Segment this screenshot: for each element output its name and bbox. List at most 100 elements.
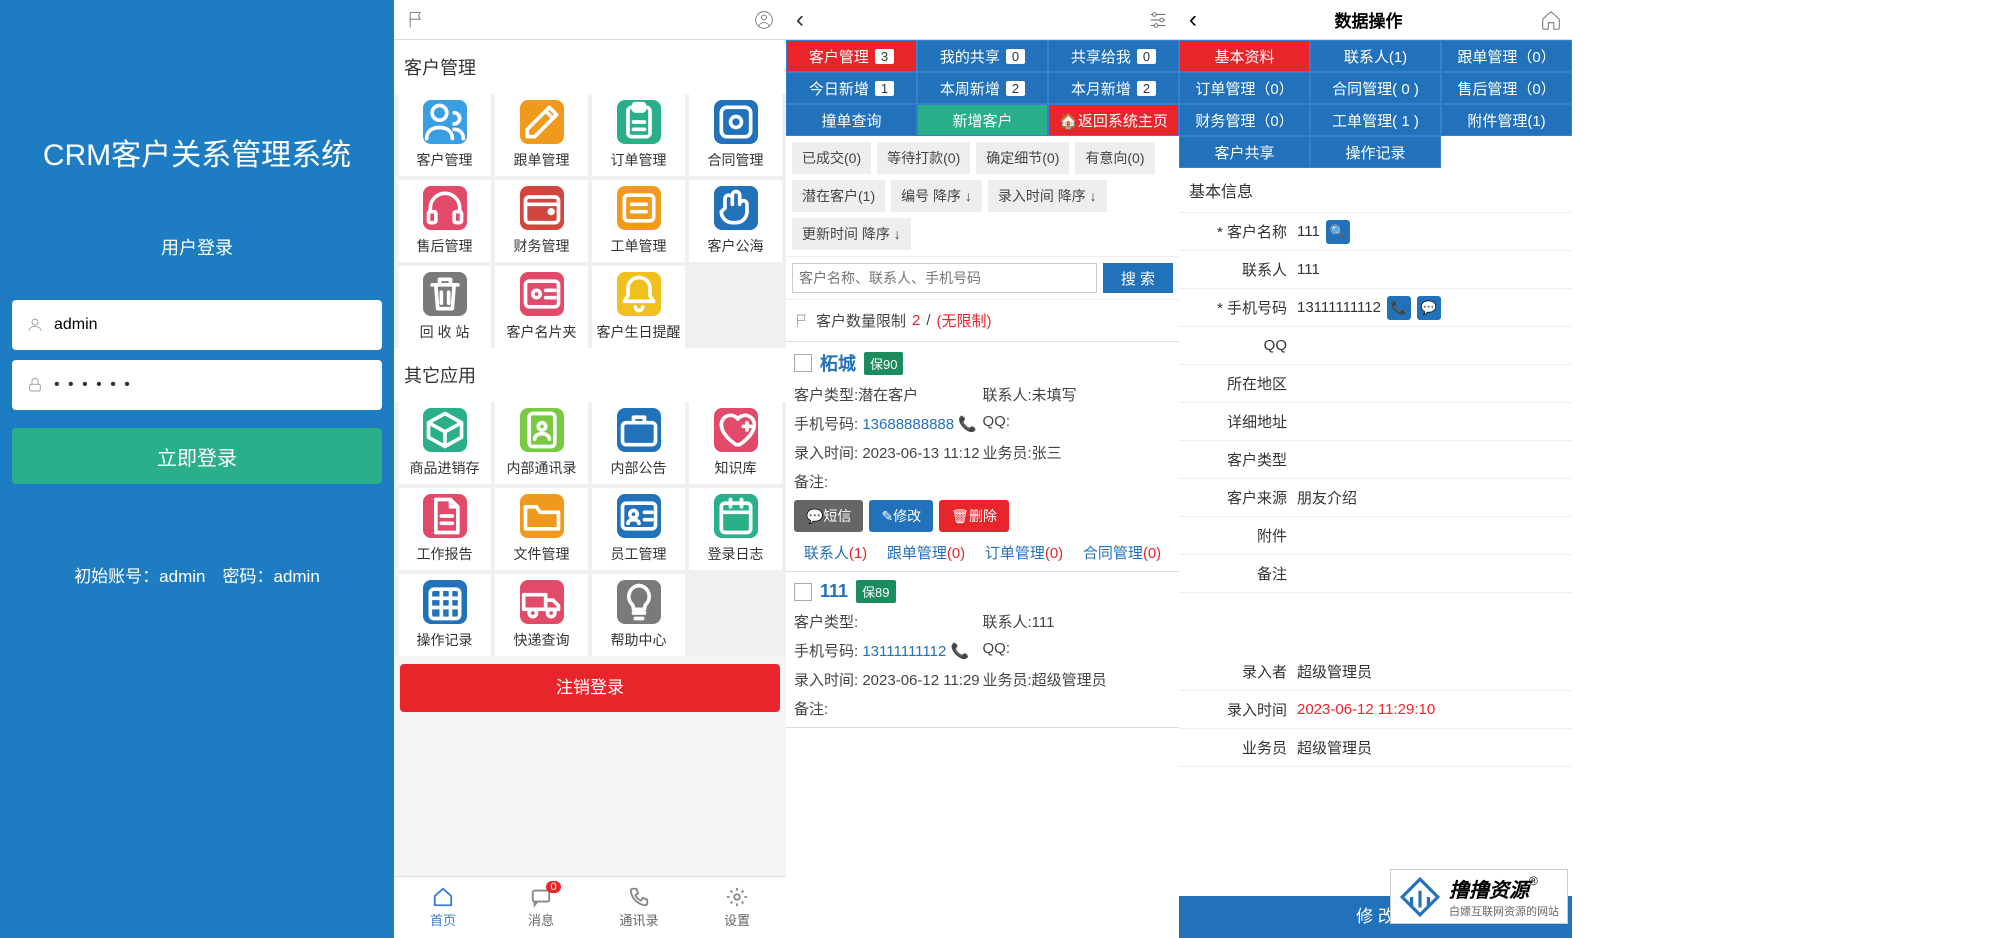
card-link[interactable]: 跟单管理(0) bbox=[887, 542, 965, 563]
checkbox[interactable] bbox=[794, 583, 812, 601]
field-value: 13111111112📞💬 bbox=[1297, 296, 1572, 320]
tab-今日新增[interactable]: 今日新增1 bbox=[786, 72, 917, 104]
edit-button[interactable]: ✎修改 bbox=[869, 500, 933, 532]
detail-tab[interactable]: 售后管理（0） bbox=[1441, 72, 1572, 104]
filter-pill[interactable]: 有意向(0) bbox=[1075, 142, 1154, 174]
tile-知识库[interactable]: 知识库 bbox=[689, 402, 782, 484]
avatar-icon[interactable] bbox=[754, 10, 774, 30]
username-input[interactable] bbox=[54, 316, 368, 334]
tab-本月新增[interactable]: 本月新增2 bbox=[1048, 72, 1179, 104]
tile-帮助中心[interactable]: 帮助中心 bbox=[592, 574, 685, 656]
truck-icon bbox=[520, 580, 564, 624]
tab-我的共享[interactable]: 我的共享0 bbox=[917, 40, 1048, 72]
card-link[interactable]: 联系人(1) bbox=[804, 542, 867, 563]
tile-label: 客户公海 bbox=[708, 236, 764, 256]
tile-登录日志[interactable]: 登录日志 bbox=[689, 488, 782, 570]
filter-pill[interactable]: 录入时间 降序 ↓ bbox=[988, 180, 1107, 212]
login-button[interactable]: 立即登录 bbox=[12, 428, 382, 484]
hand-icon bbox=[714, 186, 758, 230]
tile-售后管理[interactable]: 售后管理 bbox=[398, 180, 491, 262]
checkbox[interactable] bbox=[794, 354, 812, 372]
card-link[interactable]: 合同管理(0) bbox=[1083, 542, 1161, 563]
detail-tab[interactable]: 工单管理( 1 ) bbox=[1310, 104, 1441, 136]
flag-icon[interactable] bbox=[406, 10, 426, 30]
tile-操作记录[interactable]: 操作记录 bbox=[398, 574, 491, 656]
call-icon[interactable]: 📞 bbox=[951, 643, 970, 660]
tile-订单管理[interactable]: 订单管理 bbox=[592, 94, 685, 176]
tab-count: 1 bbox=[875, 81, 894, 96]
tile-财务管理[interactable]: 财务管理 bbox=[495, 180, 588, 262]
tile-跟单管理[interactable]: 跟单管理 bbox=[495, 94, 588, 176]
customer-name[interactable]: 111 bbox=[820, 581, 848, 602]
detail-tab[interactable]: 联系人(1) bbox=[1310, 40, 1441, 72]
filter-pill[interactable]: 等待打款(0) bbox=[877, 142, 970, 174]
nav-首页[interactable]: 首页 bbox=[394, 877, 492, 938]
tile-回 收 站[interactable]: 回 收 站 bbox=[398, 266, 491, 348]
tile-工单管理[interactable]: 工单管理 bbox=[592, 180, 685, 262]
search-button[interactable]: 搜 索 bbox=[1103, 263, 1173, 293]
tile-内部公告[interactable]: 内部公告 bbox=[592, 402, 685, 484]
field-key: 客户类型 bbox=[1179, 449, 1297, 470]
sms-button[interactable]: 💬短信 bbox=[794, 500, 863, 532]
watermark-logo-icon bbox=[1399, 876, 1441, 918]
nav-消息[interactable]: 消息0 bbox=[492, 877, 590, 938]
tile-客户公海[interactable]: 客户公海 bbox=[689, 180, 782, 262]
nav-通讯录[interactable]: 通讯录 bbox=[590, 877, 688, 938]
detail-tab[interactable]: 基本资料 bbox=[1179, 40, 1310, 72]
tile-label: 工单管理 bbox=[611, 236, 667, 256]
call-icon[interactable]: 📞 bbox=[958, 416, 977, 433]
tile-内部通讯录[interactable]: 内部通讯录 bbox=[495, 402, 588, 484]
list-tabs: 客户管理3我的共享0共享给我0 今日新增1本周新增2本月新增2 撞单查询新增客户🏠返… bbox=[786, 40, 1179, 136]
tab-客户管理[interactable]: 客户管理3 bbox=[786, 40, 917, 72]
card-link[interactable]: 订单管理(0) bbox=[985, 542, 1063, 563]
phone-link[interactable]: 13688888888 bbox=[862, 416, 954, 433]
detail-tab[interactable]: 操作记录 bbox=[1310, 136, 1441, 168]
delete-button[interactable]: 🗑删除 bbox=[939, 500, 1009, 532]
username-field[interactable] bbox=[12, 300, 382, 350]
tile-文件管理[interactable]: 文件管理 bbox=[495, 488, 588, 570]
detail-tab[interactable]: 订单管理（0） bbox=[1179, 72, 1310, 104]
tile-label: 内部公告 bbox=[611, 458, 667, 478]
field-value: 111🔍 bbox=[1297, 220, 1572, 244]
tile-客户管理[interactable]: 客户管理 bbox=[398, 94, 491, 176]
logout-button[interactable]: 注销登录 bbox=[400, 664, 780, 712]
field-row: 详细地址 bbox=[1179, 403, 1572, 441]
filter-pill[interactable]: 确定细节(0) bbox=[976, 142, 1069, 174]
filter-pill[interactable]: 更新时间 降序 ↓ bbox=[792, 218, 911, 250]
chat-icon[interactable]: 💬 bbox=[1417, 296, 1441, 320]
tab-本周新增[interactable]: 本周新增2 bbox=[917, 72, 1048, 104]
phone-link[interactable]: 13111111112 bbox=[862, 643, 946, 660]
tile-员工管理[interactable]: 员工管理 bbox=[592, 488, 685, 570]
tile-工作报告[interactable]: 工作报告 bbox=[398, 488, 491, 570]
tile-合同管理[interactable]: 合同管理 bbox=[689, 94, 782, 176]
filter-pill[interactable]: 潜在客户(1) bbox=[792, 180, 885, 212]
nav-badge: 0 bbox=[546, 881, 560, 893]
tab-撞单查询[interactable]: 撞单查询 bbox=[786, 104, 917, 136]
search-icon[interactable]: 🔍 bbox=[1326, 220, 1350, 244]
tile-客户名片夹[interactable]: 客户名片夹 bbox=[495, 266, 588, 348]
nav-设置[interactable]: 设置 bbox=[688, 877, 786, 938]
filter-icon[interactable] bbox=[1147, 9, 1169, 31]
back-icon[interactable]: ‹ bbox=[796, 6, 804, 34]
tile-快递查询[interactable]: 快递查询 bbox=[495, 574, 588, 656]
back-icon[interactable]: ‹ bbox=[1189, 6, 1197, 34]
protect-tag: 保89 bbox=[856, 580, 895, 603]
detail-tab[interactable]: 客户共享 bbox=[1179, 136, 1310, 168]
customer-name[interactable]: 柘城 bbox=[820, 350, 856, 376]
tab-🏠返回系统主页[interactable]: 🏠返回系统主页 bbox=[1048, 104, 1179, 136]
password-field[interactable]: • • • • • • bbox=[12, 360, 382, 410]
tile-客户生日提醒[interactable]: 客户生日提醒 bbox=[592, 266, 685, 348]
tab-共享给我[interactable]: 共享给我0 bbox=[1048, 40, 1179, 72]
filter-pill[interactable]: 已成交(0) bbox=[792, 142, 871, 174]
search-input[interactable] bbox=[792, 263, 1097, 293]
limit-current: 2 bbox=[912, 312, 920, 329]
detail-tab[interactable]: 跟单管理（0） bbox=[1441, 40, 1572, 72]
tile-商品进销存[interactable]: 商品进销存 bbox=[398, 402, 491, 484]
phone-icon[interactable]: 📞 bbox=[1387, 296, 1411, 320]
tab-新增客户[interactable]: 新增客户 bbox=[917, 104, 1048, 136]
detail-tab[interactable]: 财务管理（0） bbox=[1179, 104, 1310, 136]
home-icon[interactable] bbox=[1540, 9, 1562, 31]
filter-pill[interactable]: 编号 降序 ↓ bbox=[891, 180, 982, 212]
detail-tab[interactable]: 附件管理(1) bbox=[1441, 104, 1572, 136]
detail-tab[interactable]: 合同管理( 0 ) bbox=[1310, 72, 1441, 104]
